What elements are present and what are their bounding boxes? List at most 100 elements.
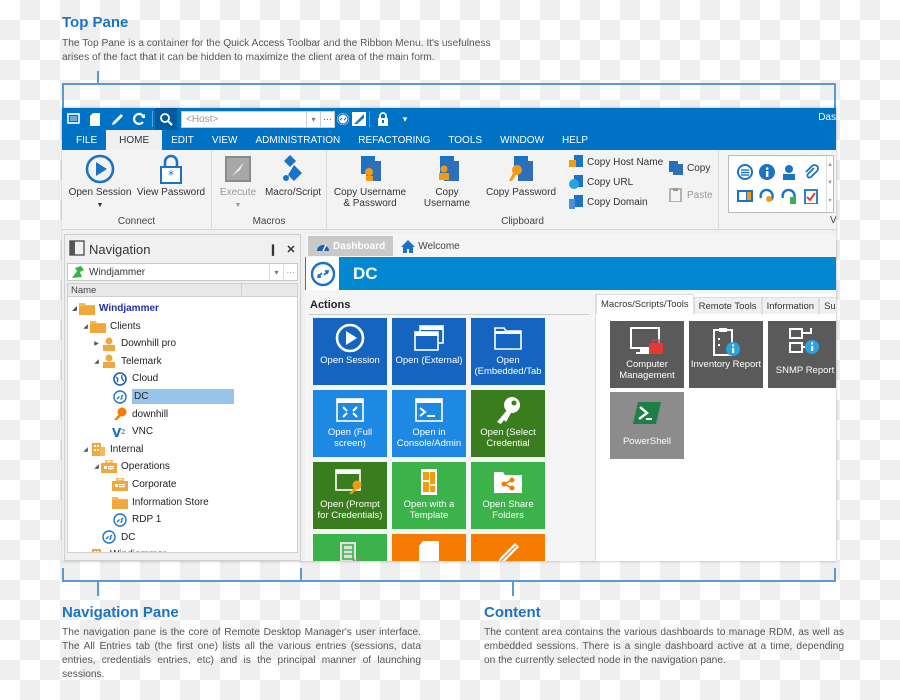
tree-node[interactable]: ◢ Windjammer [70,300,159,317]
list-circle-icon[interactable] [737,164,753,180]
refresh-icon[interactable] [128,108,150,130]
tree-node[interactable]: downhill [103,406,168,423]
tab-tools[interactable]: TOOLS [439,130,491,150]
tab-macros-scripts-tools[interactable]: Macros/Scripts/Tools [596,294,694,314]
tree-node-label: downhill [132,408,169,420]
view-password-button[interactable]: * View Password [136,154,206,198]
action-tile[interactable] [392,534,466,561]
execute-button[interactable]: Execute ▼ [216,154,260,211]
action-tile[interactable]: Open (Full screen) [313,390,387,457]
collapse-arrow-icon[interactable]: ◢ [81,446,90,453]
tree-node[interactable]: ◢ Clients [81,318,141,335]
search-icon[interactable] [155,108,177,130]
tab-edit[interactable]: EDIT [162,130,203,150]
action-tile[interactable] [313,534,387,561]
action-tile[interactable]: Open (External) [392,318,466,385]
datasource-selector[interactable]: Windjammer ▾ ··· [67,263,298,281]
expand-arrow-icon[interactable]: ▶ [81,551,90,552]
info-icon[interactable] [759,164,775,180]
tool-tile[interactable]: Inventory Report [689,321,763,388]
copy-button[interactable]: Copy [669,159,710,177]
action-tile[interactable]: Open with a Template [392,462,466,529]
expand-arrow-icon[interactable]: ▶ [92,340,101,347]
tab-view[interactable]: VIEW [203,130,247,150]
tab-home[interactable]: HOME [106,130,163,150]
action-tile[interactable]: Open Share Folders [471,462,545,529]
copy-password-button[interactable]: Copy Password [485,154,557,198]
tree-node[interactable]: ◢ Operations [92,458,170,475]
edit-pencil-icon[interactable] [106,108,128,130]
tool-tile[interactable]: PowerShell [610,392,684,459]
pin-icon[interactable]: ❙ [264,243,282,256]
action-tile[interactable]: Open (Embedded/Tab [471,318,545,385]
tab-administration[interactable]: ADMINISTRATION [246,130,349,150]
attachment-icon[interactable] [803,164,819,180]
macro-script-button[interactable]: Macro/Script [262,154,324,198]
collapse-arrow-icon[interactable]: ◢ [92,358,101,365]
tab-more[interactable]: Su [819,297,836,314]
collapse-arrow-icon[interactable]: ◢ [70,305,79,312]
new-document-icon[interactable] [84,108,106,130]
copy-host-name-button[interactable]: Copy Host Name [569,153,663,171]
action-tile[interactable]: Open in Console/Admin [392,390,466,457]
window-icon[interactable] [62,108,84,130]
action-tile[interactable]: Open (Prompt for Credentials) [313,462,387,529]
tab-dashboard[interactable]: Dashboard [308,236,394,256]
gallery-scroll[interactable]: ▲ ▼ ▾ [826,156,833,212]
paste-icon [669,188,683,202]
navigation-pane: Navigation ❙ ✕ Windjammer ▾ ··· Name ◢ Wi… [64,234,301,561]
host-input[interactable]: <Host> [181,110,307,128]
close-icon[interactable]: ✕ [282,243,300,256]
customize-toolbar-icon[interactable]: ▾ [394,108,416,130]
copy-username-password-label-1: Copy Username [333,187,407,198]
tool-tile[interactable]: SNMP Report [768,321,836,388]
tab-information[interactable]: Information [761,297,820,314]
tree-node[interactable]: DC [103,388,235,405]
copy-username-button[interactable]: Copy Username [412,154,482,209]
tab-welcome[interactable]: Welcome [393,236,468,256]
collapse-arrow-icon[interactable]: ◢ [92,463,101,470]
document-list-icon[interactable] [737,188,753,204]
collapse-arrow-icon[interactable]: ◢ [81,323,90,330]
tab-file[interactable]: FILE [62,130,106,150]
tree-node[interactable]: ▶ Downhill pro [92,335,176,352]
open-session-button[interactable]: Open Session ▼ [68,154,132,211]
paste-button[interactable]: Paste [669,186,713,204]
tab-remote-tools[interactable]: Remote Tools [693,297,762,314]
tree-column-header[interactable]: Name [67,283,298,297]
history-check-icon[interactable] [781,188,797,204]
tool-tile[interactable]: Computer Management [610,321,684,388]
copy-url-button[interactable]: Copy URL [569,173,633,191]
copy-username-password-button[interactable]: Copy Username & Password [331,154,409,209]
tab-refactoring[interactable]: REFACTORING [349,130,439,150]
quick-connect-icon[interactable] [335,108,351,130]
copy-password-label: Copy Password [485,187,557,198]
tab-window[interactable]: WINDOW [491,130,553,150]
tree-node[interactable]: ◢ Internal [81,441,143,458]
action-tile[interactable] [471,534,545,561]
user-icon[interactable] [781,164,797,180]
datasource-dropdown-button[interactable]: ▾ [269,264,283,280]
datasource-more-button[interactable]: ··· [283,264,297,280]
tree-node[interactable]: Information Store [103,494,209,511]
lock-icon[interactable] [372,108,394,130]
tree-node-label: Windjammer [110,549,166,552]
copy-domain-button[interactable]: Copy Domain [569,193,648,211]
tab-help[interactable]: HELP [553,130,597,150]
tree-node[interactable]: Corporate [103,476,176,493]
tree-node[interactable]: Cloud [103,370,158,387]
tree-node[interactable]: ▶ Windjammer [81,546,166,552]
history-key-icon[interactable] [759,188,775,204]
checklist-icon [338,537,362,561]
host-more-button[interactable]: ··· [321,110,335,128]
action-tile[interactable]: Open Session [313,318,387,385]
computer-toolbox-icon [630,325,664,359]
tree-node[interactable]: DC [92,529,135,546]
host-dropdown-button[interactable]: ▾ [307,110,321,128]
tree-node[interactable]: V 2 VNC [103,423,153,440]
macro-run-icon[interactable] [351,108,367,130]
tree-node[interactable]: ◢ Telemark [92,353,162,370]
action-tile[interactable]: Open (Select Credential [471,390,545,457]
tree-node[interactable]: RDP 1 [103,511,161,528]
clipboard-check-icon[interactable] [803,188,819,204]
